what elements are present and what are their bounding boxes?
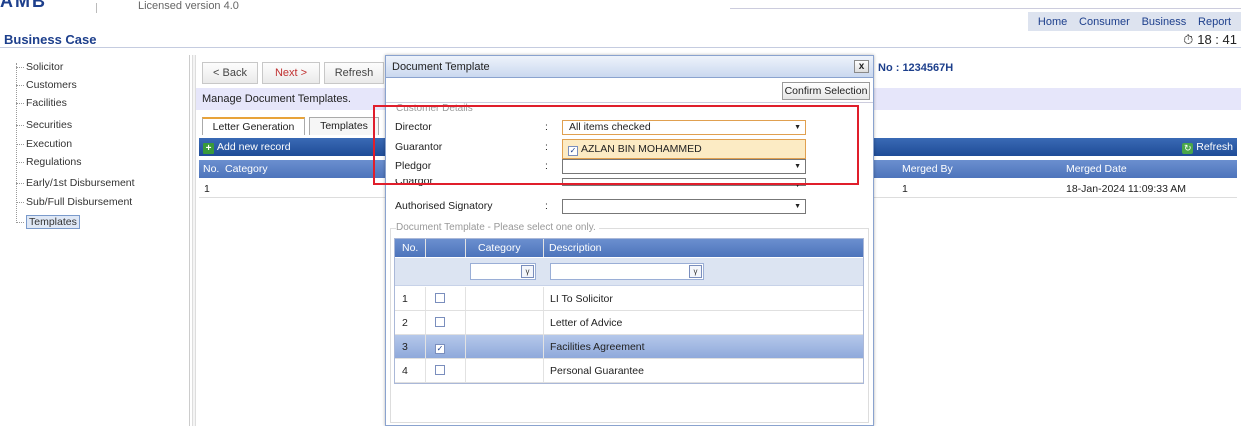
authorised-signatory-colon: : <box>545 200 548 212</box>
authorised-signatory-label: Authorised Signatory <box>395 200 493 212</box>
title-bar: Business Case ⏱ 18 : 41 <box>0 32 1241 48</box>
next-button[interactable]: Next > <box>262 62 320 84</box>
row-no: 1 <box>204 183 210 195</box>
doc-row-description: Letter of Advice <box>543 311 622 334</box>
tab-templates[interactable]: Templates <box>309 117 379 135</box>
clock-text: 18 : 41 <box>1197 32 1237 47</box>
sidebar-item-facilities[interactable]: Facilities <box>16 97 67 109</box>
license-text: Licensed version 4.0 <box>138 0 239 12</box>
filter-icon[interactable]: γ <box>521 265 534 278</box>
nav-business[interactable]: Business <box>1142 16 1187 28</box>
confirm-selection-button[interactable]: Confirm Selection <box>782 82 870 100</box>
timer-icon: ⏱ <box>1183 32 1194 47</box>
doc-row-description: LI To Solicitor <box>543 287 613 310</box>
tree-connector <box>16 63 17 223</box>
tab-letter-generation[interactable]: Letter Generation <box>202 117 305 135</box>
col-category[interactable]: Category <box>225 160 268 178</box>
sidebar-item-regulations[interactable]: Regulations <box>15 156 81 168</box>
grid-refresh-button[interactable]: ↻ Refresh <box>1182 138 1233 156</box>
doc-row-category <box>465 335 543 358</box>
checkbox-icon <box>435 317 445 327</box>
document-template-legend: Document Template - Please select one on… <box>396 222 599 233</box>
sidebar-item-early-disbursement[interactable]: Early/1st Disbursement <box>16 177 135 189</box>
row-merged-by: 1 <box>902 183 908 195</box>
doc-col-description[interactable]: Description <box>543 239 602 257</box>
doc-col-check-sep <box>425 239 426 257</box>
doc-col-no[interactable]: No. <box>402 239 418 257</box>
doc-row-checkbox[interactable] <box>425 359 465 382</box>
refresh-icon: ↻ <box>1182 143 1194 154</box>
refresh-button[interactable]: Refresh <box>324 62 384 84</box>
filter-icon[interactable]: γ <box>689 265 702 278</box>
sidebar-item-sub-full-disbursement[interactable]: Sub/Full Disbursement <box>15 196 132 208</box>
doc-row-checkbox[interactable]: ✓ <box>425 335 465 358</box>
doc-row-description: Facilities Agreement <box>543 335 645 358</box>
doc-row-checkbox[interactable] <box>425 287 465 310</box>
page-title: Business Case <box>4 32 97 47</box>
description-filter-input[interactable]: γ <box>550 263 704 280</box>
doc-grid-header: No. Category Description <box>395 239 863 257</box>
sidebar-tree <box>0 55 190 426</box>
highlight-annotation <box>373 105 859 185</box>
nav-consumer[interactable]: Consumer <box>1079 16 1130 28</box>
doc-col-category[interactable]: Category <box>465 239 521 257</box>
list-item[interactable]: 2 Letter of Advice <box>395 311 863 335</box>
close-icon[interactable]: x <box>854 60 869 73</box>
reference-number: No : 1234567H <box>878 62 954 74</box>
doc-row-no: 4 <box>402 365 408 377</box>
row-merged-date: 18-Jan-2024 11:09:33 AM <box>1066 183 1187 195</box>
app-logo: AMB <box>0 0 47 11</box>
list-item[interactable]: 4 Personal Guarantee <box>395 359 863 383</box>
sidebar-item-label: Templates <box>26 215 80 229</box>
sidebar-item-templates[interactable]: Templates <box>16 215 80 229</box>
doc-row-category <box>465 311 543 334</box>
checkbox-icon <box>435 293 445 303</box>
doc-row-description: Personal Guarantee <box>543 359 644 382</box>
logo-divider <box>96 3 97 13</box>
top-nav: Home Consumer Business Report <box>1028 12 1241 31</box>
sidebar-item-customers[interactable]: Customers <box>16 79 77 91</box>
sidebar-item-solicitor[interactable]: Solicitor <box>15 61 63 73</box>
doc-row-category <box>465 287 543 310</box>
doc-row-no: 2 <box>402 317 408 329</box>
back-button[interactable]: < Back <box>202 62 258 84</box>
dialog-title: Document Template <box>386 56 873 78</box>
session-clock: ⏱ 18 : 41 <box>1183 32 1237 47</box>
list-item[interactable]: 1 LI To Solicitor <box>395 287 863 311</box>
doc-grid-filter-row: γ γ <box>395 258 863 286</box>
authorised-signatory-dropdown[interactable] <box>562 199 806 214</box>
grid-refresh-label: Refresh <box>1196 141 1233 153</box>
nav-report[interactable]: Report <box>1198 16 1231 28</box>
category-filter-input[interactable]: γ <box>470 263 536 280</box>
doc-row-no: 3 <box>402 341 408 353</box>
doc-row-category <box>465 359 543 382</box>
pane-splitter[interactable] <box>192 55 196 426</box>
col-no[interactable]: No. <box>203 160 219 178</box>
add-icon: + <box>203 143 214 154</box>
col-merged-date[interactable]: Merged Date <box>1066 160 1127 178</box>
checkbox-checked-icon: ✓ <box>435 344 445 354</box>
doc-row-no: 1 <box>402 293 408 305</box>
add-record-button[interactable]: Add new record <box>217 141 291 153</box>
sidebar-item-securities[interactable]: Securities <box>15 119 72 131</box>
header-line <box>730 8 1241 9</box>
list-item[interactable]: 3 ✓ Facilities Agreement <box>395 335 863 359</box>
doc-row-checkbox[interactable] <box>425 311 465 334</box>
document-template-grid: No. Category Description γ γ 1 LI To Sol… <box>394 238 864 384</box>
nav-home[interactable]: Home <box>1038 16 1067 28</box>
col-merged-by[interactable]: Merged By <box>902 160 953 178</box>
sidebar-item-execution[interactable]: Execution <box>15 138 72 150</box>
checkbox-icon <box>435 365 445 375</box>
